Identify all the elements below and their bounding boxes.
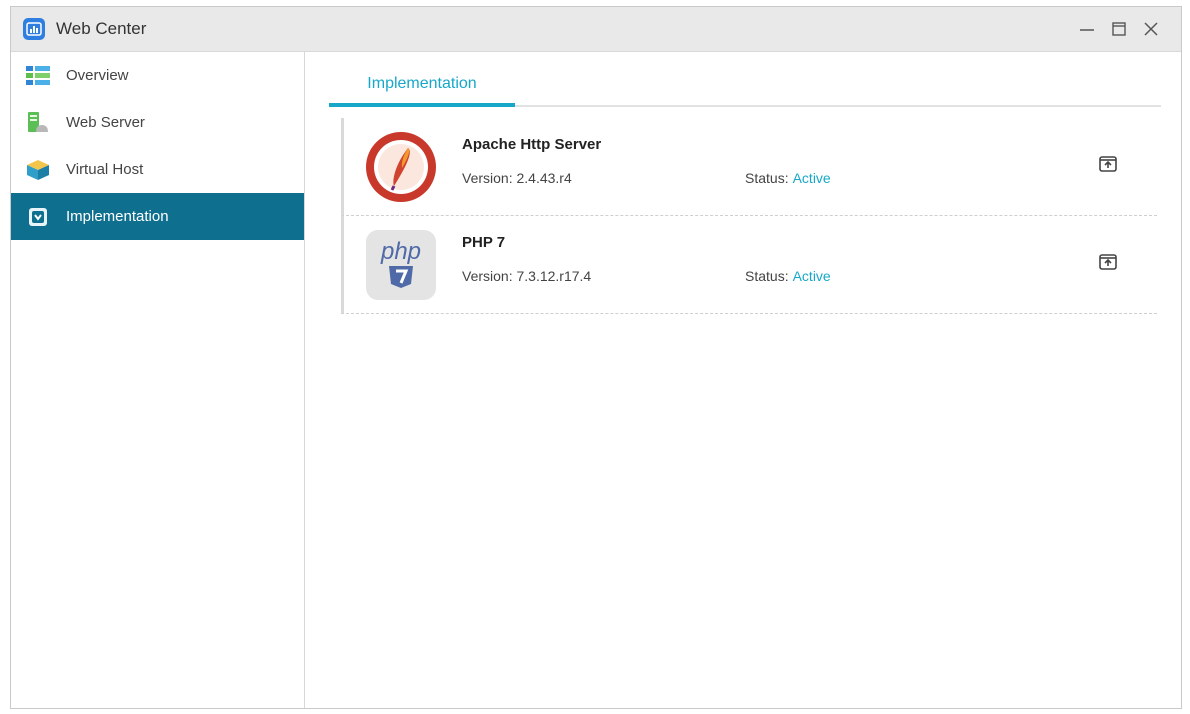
sidebar-item-overview[interactable]: Overview <box>11 52 304 99</box>
window-controls <box>1071 14 1167 44</box>
implementation-name: PHP 7 <box>462 234 506 251</box>
sidebar-item-web-server[interactable]: Web Server <box>11 99 304 146</box>
list-item: php PHP 7 Version: 7.3.12.r17.4 Status: A… <box>341 216 1157 314</box>
open-icon <box>1099 156 1117 172</box>
title-bar: Web Center <box>11 7 1181 52</box>
version-label: Version: <box>462 170 513 186</box>
version-value: 7.3.12.r17.4 <box>516 268 592 284</box>
maximize-icon <box>1112 22 1126 36</box>
maximize-button[interactable] <box>1103 14 1135 44</box>
svg-text:php: php <box>380 238 421 265</box>
status-value: Active <box>792 170 831 186</box>
implementation-list: Apache Http Server Version: 2.4.43.r4 St… <box>341 118 1157 314</box>
web-center-window: Web Center Overview Web Server Virtual H… <box>10 6 1182 709</box>
open-icon <box>1099 254 1117 270</box>
php-logo-icon: php <box>364 228 438 302</box>
main-content: Implementation Apache Http Server Versio… <box>305 52 1181 708</box>
status-text: Status: Active <box>745 268 831 284</box>
sidebar-item-label: Implementation <box>66 208 169 225</box>
overview-list-icon <box>25 65 51 87</box>
version-value: 2.4.43.r4 <box>516 170 572 186</box>
sidebar-item-virtual-host[interactable]: Virtual Host <box>11 146 304 193</box>
sidebar: Overview Web Server Virtual Host Impleme… <box>11 52 305 708</box>
web-center-app-icon <box>23 18 45 40</box>
status-label: Status: <box>745 170 789 186</box>
version-label: Version: <box>462 268 513 284</box>
tab-bar: Implementation <box>329 62 1161 107</box>
status-label: Status: <box>745 268 789 284</box>
tab-implementation[interactable]: Implementation <box>329 64 515 107</box>
close-button[interactable] <box>1135 14 1167 44</box>
status-value: Active <box>792 268 831 284</box>
minimize-button[interactable] <box>1071 14 1103 44</box>
virtual-host-cube-icon <box>25 159 51 181</box>
open-settings-button[interactable] <box>1097 251 1119 273</box>
close-icon <box>1144 22 1158 36</box>
sidebar-item-label: Overview <box>66 67 129 84</box>
sidebar-item-label: Web Server <box>66 114 145 131</box>
version-text: Version: 2.4.43.r4 <box>462 170 572 186</box>
sidebar-item-label: Virtual Host <box>66 161 144 178</box>
open-settings-button[interactable] <box>1097 153 1119 175</box>
apache-logo-icon <box>364 130 438 204</box>
list-item: Apache Http Server Version: 2.4.43.r4 St… <box>341 118 1157 216</box>
status-text: Status: Active <box>745 170 831 186</box>
sidebar-item-implementation[interactable]: Implementation <box>11 193 304 240</box>
version-text: Version: 7.3.12.r17.4 <box>462 268 591 284</box>
implementation-name: Apache Http Server <box>462 136 602 153</box>
implementation-icon <box>25 206 51 228</box>
minimize-icon <box>1080 29 1094 31</box>
window-title: Web Center <box>56 19 147 38</box>
web-server-icon <box>25 111 51 134</box>
